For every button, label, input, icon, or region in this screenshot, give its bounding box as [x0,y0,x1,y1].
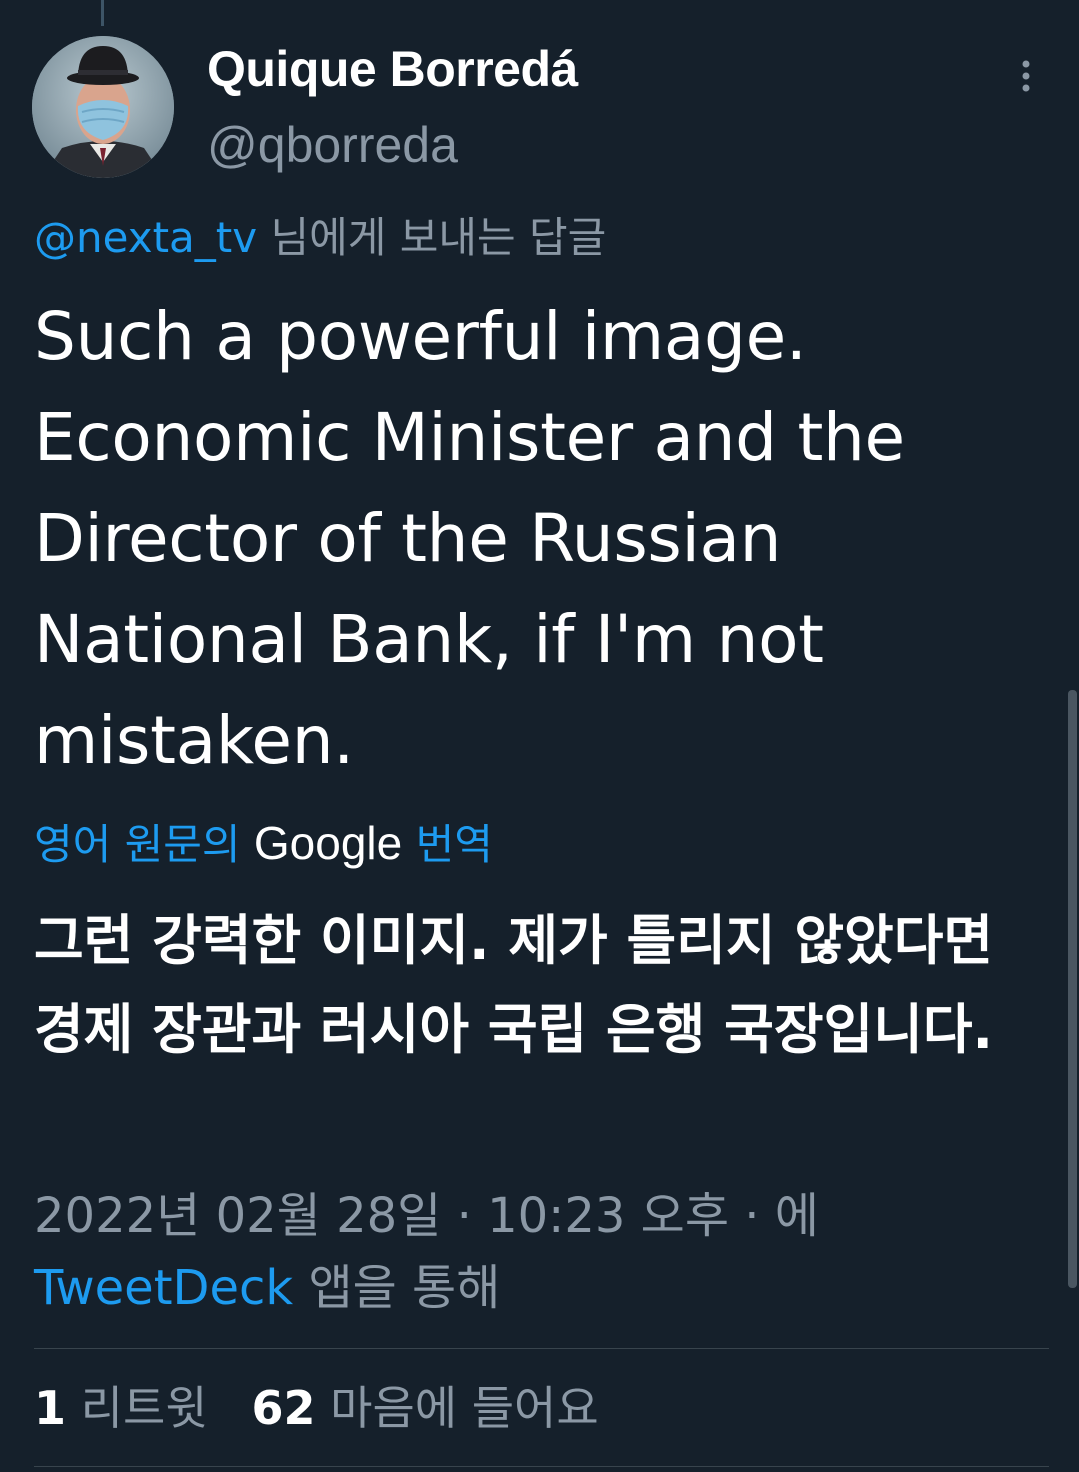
translation-source-label[interactable]: 영어 원문의 [34,820,254,869]
reply-to-handle-link[interactable]: @nexta_tv [34,213,257,262]
replying-to: @nexta_tv 님에게 보내는 답글 [34,210,606,266]
avatar[interactable] [32,36,174,178]
more-vertical-icon [1022,60,1030,92]
tweet-source-link[interactable]: TweetDeck [34,1260,293,1316]
translated-text: 그런 강력한 이미지. 제가 틀리지 않았다면 경제 장관과 러시아 국립 은행… [34,909,994,1061]
divider [34,1348,1049,1349]
translation-attribution: 영어 원문의 Google 번역 [34,815,493,873]
tweet-timestamp[interactable]: 2022년 02월 28일 · 10:23 오후 · 에 [34,1188,819,1244]
avatar-image [32,36,174,178]
more-options-button[interactable] [1008,56,1044,96]
retweets-count: 1 [34,1381,67,1435]
likes-count: 62 [251,1381,316,1435]
divider [34,1466,1049,1467]
thread-connector-line [101,0,104,26]
tweet-stats: 1 리트윗 62 마음에 들어요 [34,1376,599,1440]
retweets-stat[interactable]: 1 리트윗 [34,1381,208,1435]
tweet-text: Such a powerful image. Economic Minister… [34,298,905,779]
author-handle[interactable]: @qborreda [207,114,458,176]
scrollbar[interactable] [1068,690,1077,1288]
likes-stat[interactable]: 62 마음에 들어요 [251,1381,598,1435]
likes-label: 마음에 들어요 [315,1381,599,1435]
tweet-metadata: 2022년 02월 28일 · 10:23 오후 · 에 TweetDeck 앱을… [34,1180,1034,1324]
google-logo: Google [253,817,403,869]
translation-action[interactable]: 번역 [402,820,493,869]
tweet-source-suffix: 앱을 통해 [293,1260,501,1316]
retweets-label: 리트윗 [66,1381,208,1435]
author-display-name[interactable]: Quique Borredá [207,38,578,100]
reply-to-suffix: 님에게 보내는 답글 [257,213,607,262]
